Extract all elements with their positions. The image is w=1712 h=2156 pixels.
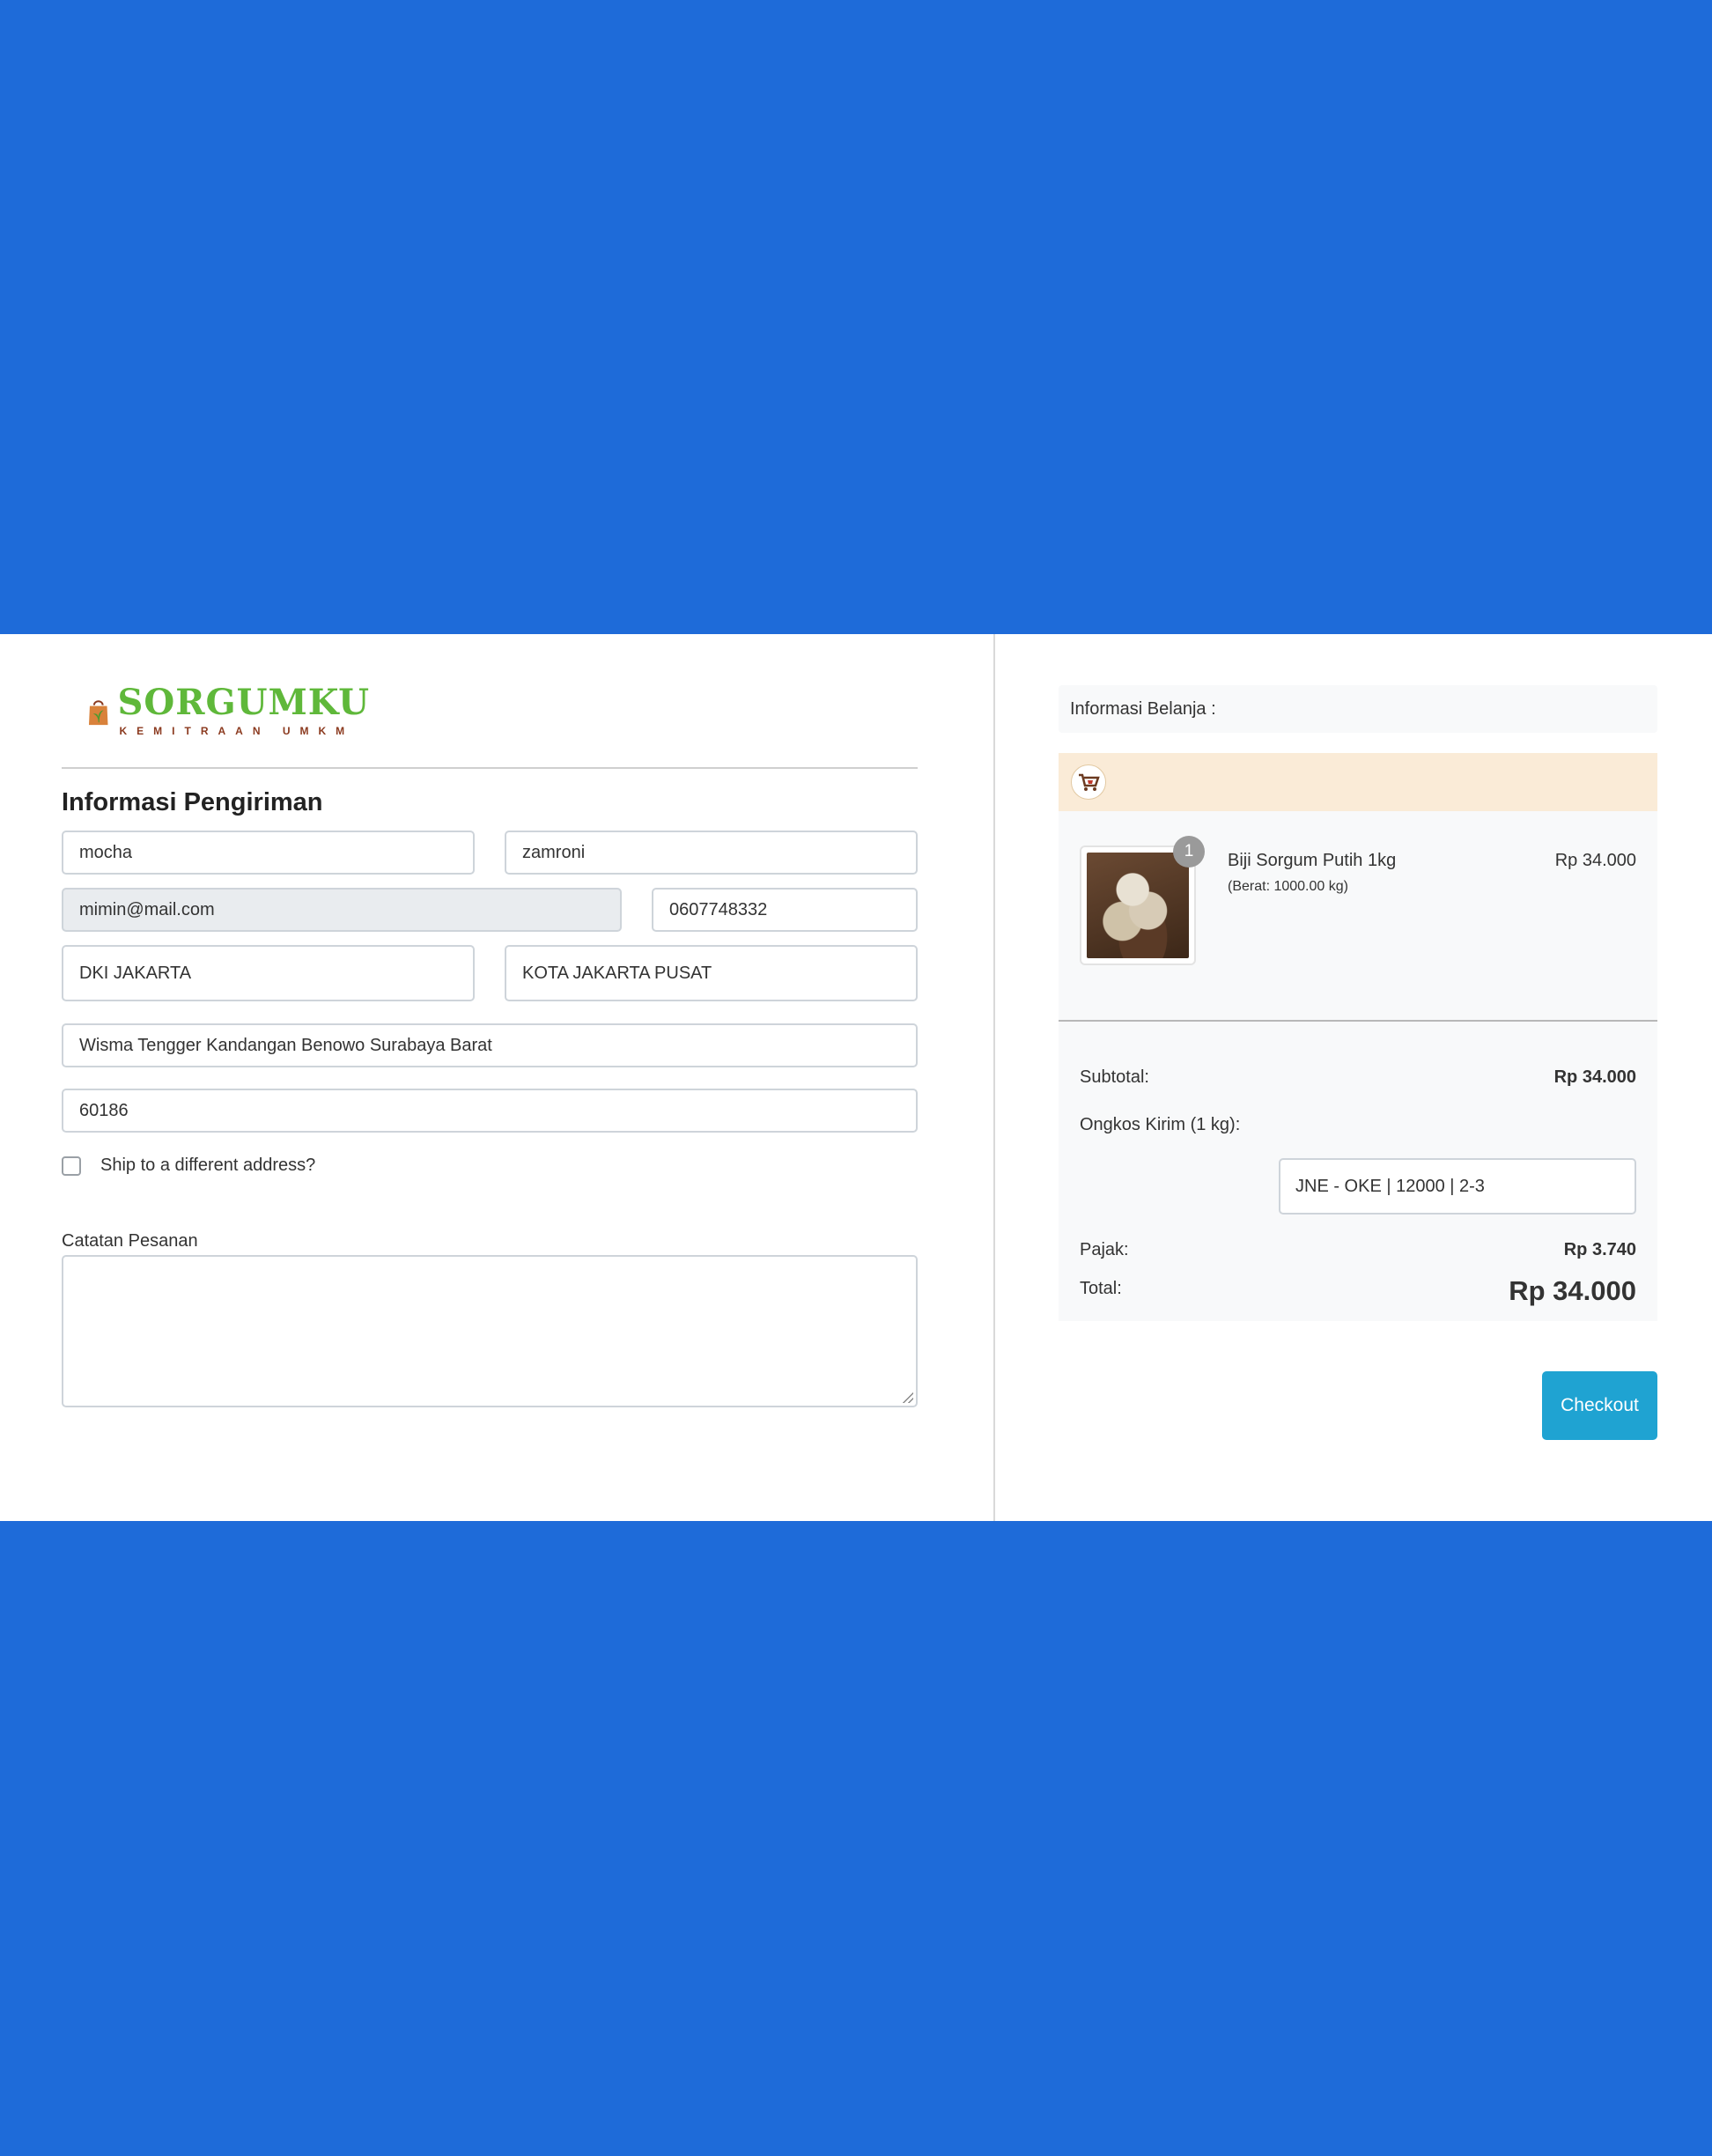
ship-different-checkbox[interactable] (62, 1156, 81, 1176)
column-divider (993, 634, 995, 1521)
brand-tagline: KEMITRAAN UMKM (119, 725, 355, 737)
brand-name: SORGUMKU (117, 682, 370, 723)
tax-value: Rp 3.740 (1563, 1240, 1636, 1259)
first-name-field[interactable]: mocha (62, 831, 475, 875)
resize-grip-icon[interactable] (903, 1392, 913, 1403)
shop-bar (1059, 753, 1657, 811)
phone-field[interactable]: 0607748332 (652, 888, 918, 932)
order-notes-textarea[interactable] (62, 1255, 918, 1407)
total-value: Rp 34.000 (1509, 1275, 1636, 1306)
logo-divider (62, 767, 918, 769)
address-field[interactable]: Wisma Tengger Kandangan Benowo Surabaya … (62, 1023, 918, 1067)
order-summary: Subtotal: Rp 34.000 Ongkos Kirim (1 kg):… (1059, 1022, 1657, 1279)
cart-header: Informasi Belanja : (1059, 685, 1657, 733)
ship-different-label[interactable]: Ship to a different address? (100, 1156, 315, 1176)
shipping-option-select[interactable]: JNE - OKE | 12000 | 2-3 (1279, 1158, 1636, 1215)
total-row: Total: Rp 34.000 (1059, 1268, 1657, 1321)
ship-different-row[interactable]: Ship to a different address? (62, 1156, 315, 1176)
product-image (1087, 853, 1189, 958)
shop-cart-logo-icon (1071, 764, 1106, 800)
product-name[interactable]: Biji Sorgum Putih 1kg (1228, 851, 1396, 871)
checkout-panel: SORGUMKU KEMITRAAN UMKM Informasi Pengir… (0, 634, 1712, 1521)
cart-icon (1079, 773, 1100, 791)
subtotal-label: Subtotal: (1080, 1067, 1149, 1087)
last-name-field[interactable]: zamroni (505, 831, 918, 875)
tax-label: Pajak: (1080, 1240, 1129, 1259)
subtotal-value: Rp 34.000 (1553, 1067, 1636, 1087)
city-select[interactable]: KOTA JAKARTA PUSAT (505, 945, 918, 1001)
checkout-button[interactable]: Checkout (1542, 1371, 1657, 1440)
email-field[interactable]: mimin@mail.com (62, 888, 622, 932)
total-label: Total: (1080, 1279, 1122, 1298)
shopping-bag-logo-icon (88, 700, 108, 726)
shipping-section-title: Informasi Pengiriman (62, 788, 323, 816)
province-select[interactable]: DKI JAKARTA (62, 945, 475, 1001)
shipping-cost-label: Ongkos Kirim (1 kg): (1080, 1115, 1241, 1134)
notes-label: Catatan Pesanan (62, 1231, 198, 1251)
product-price: Rp 34.000 (1554, 851, 1636, 870)
brand-logo[interactable]: SORGUMKU KEMITRAAN UMKM (88, 683, 370, 744)
logo-text: SORGUMKU KEMITRAAN UMKM (117, 682, 370, 738)
product-weight: (Berat: 1000.00 kg) (1228, 879, 1348, 894)
quantity-badge: 1 (1173, 836, 1205, 868)
postal-code-field[interactable]: 60186 (62, 1089, 918, 1133)
